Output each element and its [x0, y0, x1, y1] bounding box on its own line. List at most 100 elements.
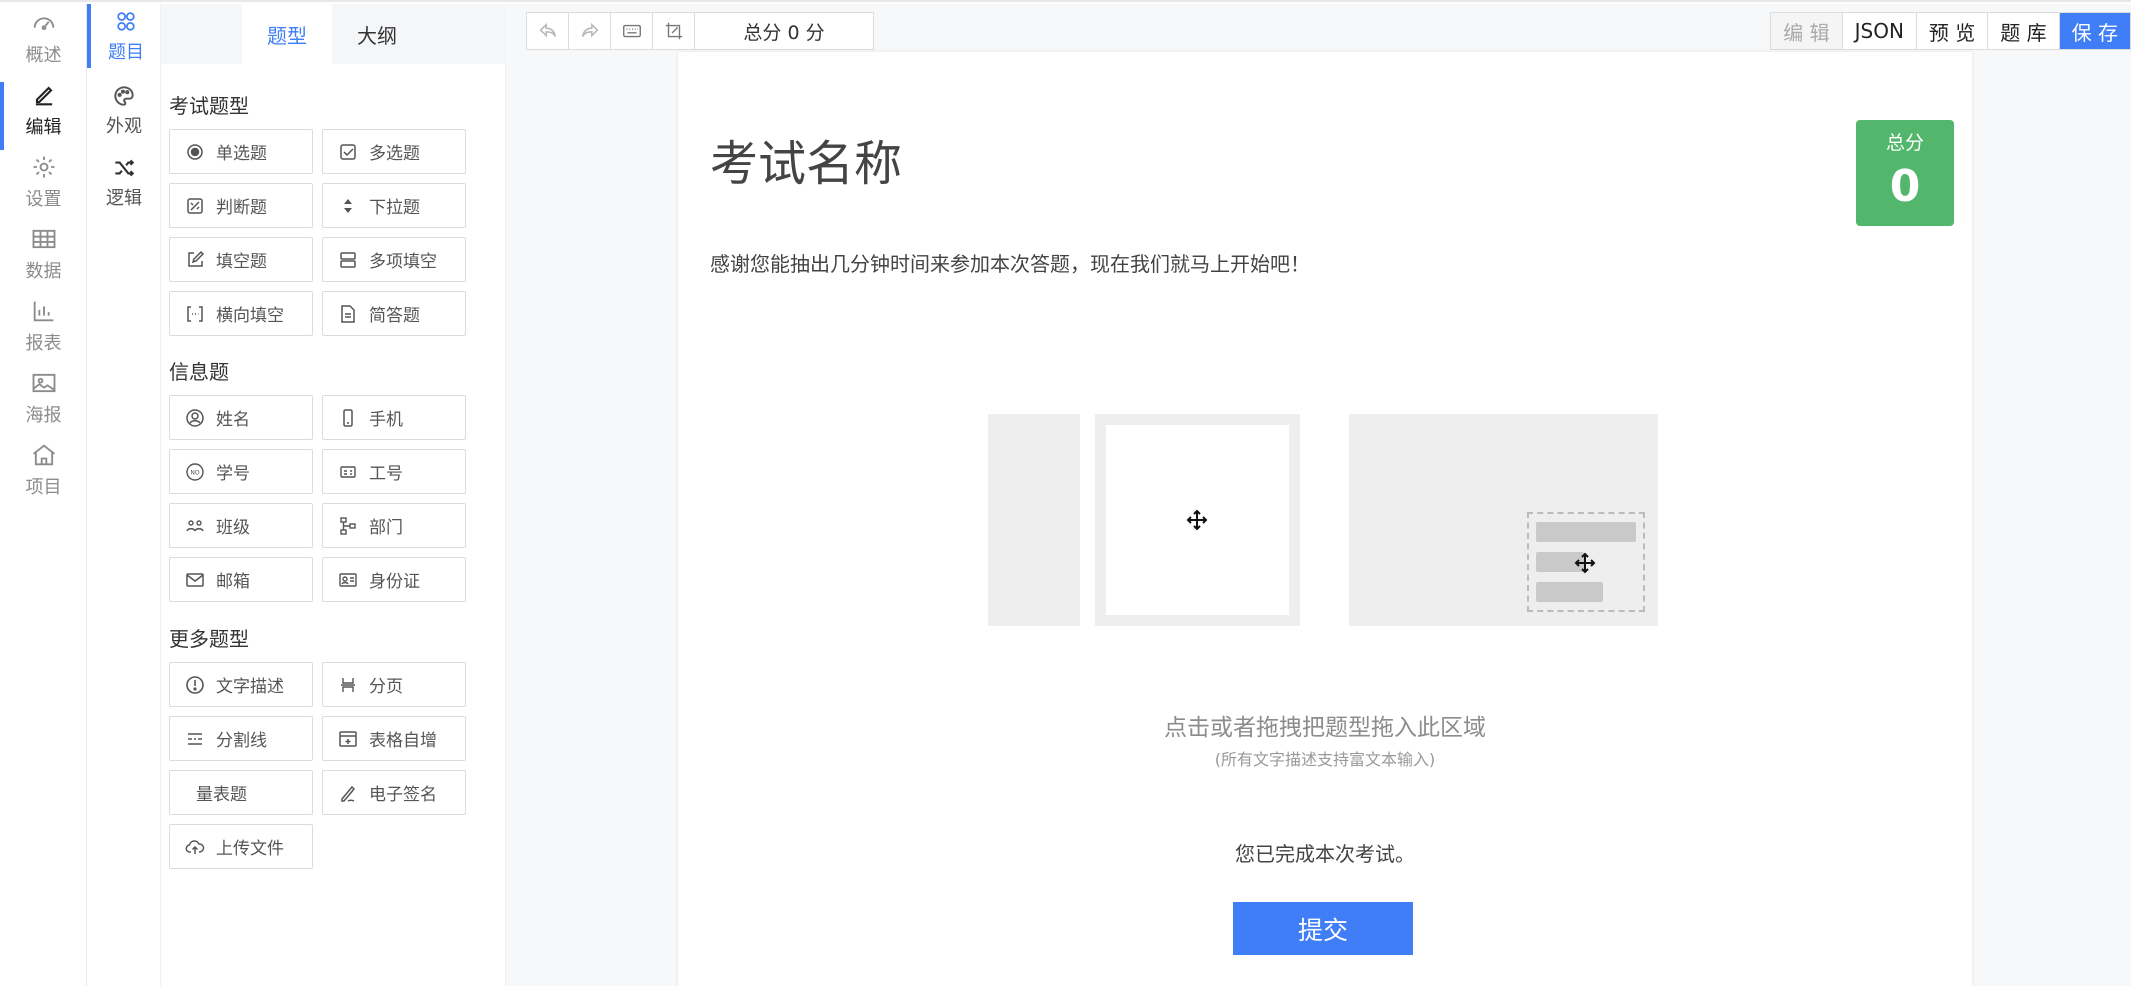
- drop-hint: 点击或者拖拽把题型拖入此区域: [1164, 715, 1486, 741]
- nav-item-data[interactable]: 数据: [0, 222, 87, 286]
- button-label: 横向填空: [216, 306, 284, 326]
- subnav-label: 逻辑: [106, 187, 142, 209]
- judge-icon: [184, 195, 206, 217]
- subnav-item-questions[interactable]: 题目: [87, 4, 161, 68]
- exam-paper: 考试名称 总分 0 感谢您能抽出几分钟时间来参加本次答题，现在我们就马上开始吧！: [678, 52, 1972, 986]
- bracket-icon: [184, 303, 206, 325]
- scale-button[interactable]: 量表题: [169, 770, 313, 815]
- button-label: 多项填空: [369, 252, 437, 272]
- bar-chart-icon: [33, 301, 53, 322]
- button-label: 学号: [216, 464, 250, 484]
- button-label: 表格自增: [369, 731, 437, 751]
- button-label: 单选题: [216, 144, 267, 164]
- multi-fill-button[interactable]: 多项填空: [322, 237, 466, 282]
- signature-pen-icon: [337, 782, 359, 804]
- question-palette: 题型 大纲 考试题型 单选题 多选题 判断题 下拉题 填空题 多项填空 横向填空…: [161, 4, 506, 986]
- short-answer-button[interactable]: 简答题: [322, 291, 466, 336]
- total-score-card: 总分 0: [1856, 120, 1954, 226]
- sort-arrows-icon: [337, 195, 359, 217]
- score-label: 总分: [1885, 132, 1924, 154]
- undo-button[interactable]: [527, 13, 569, 49]
- button-label: 手机: [369, 410, 403, 430]
- true-false-button[interactable]: 判断题: [169, 183, 313, 228]
- upload-file-button[interactable]: 上传文件: [169, 824, 313, 869]
- preview-button[interactable]: 预 览: [1917, 13, 1989, 49]
- subnav-label: 题目: [108, 41, 144, 63]
- fill-blank-button[interactable]: 填空题: [169, 237, 313, 282]
- question-bank-button[interactable]: 题 库: [1988, 13, 2060, 49]
- divider-button[interactable]: 分割线: [169, 716, 313, 761]
- id-card-button[interactable]: 身份证: [322, 557, 466, 602]
- horizontal-fill-button[interactable]: 横向填空: [169, 291, 313, 336]
- student-id-button[interactable]: NO 学号: [169, 449, 313, 494]
- department-button[interactable]: 部门: [322, 503, 466, 548]
- group-title-info: 信息题: [169, 360, 229, 384]
- button-label: 填空题: [216, 252, 267, 272]
- nav-label: 数据: [25, 261, 62, 282]
- button-label: 姓名: [216, 410, 250, 430]
- image-icon: [32, 373, 55, 393]
- page-break-icon: [337, 674, 359, 696]
- keyboard-button[interactable]: [611, 13, 653, 49]
- name-button[interactable]: 姓名: [169, 395, 313, 440]
- group-icon: [184, 515, 206, 537]
- move-cursor-icon: [1574, 552, 1596, 574]
- subnav-item-logic[interactable]: 逻辑: [87, 150, 161, 214]
- json-button[interactable]: JSON: [1843, 13, 1917, 49]
- nav-label: 设置: [25, 189, 62, 210]
- shuffle-icon: [115, 159, 135, 176]
- table-auto-button[interactable]: 表格自增: [322, 716, 466, 761]
- phone-button[interactable]: 手机: [322, 395, 466, 440]
- redo-button[interactable]: [569, 13, 611, 49]
- e-signature-button[interactable]: 电子签名: [322, 770, 466, 815]
- button-label: 判断题: [216, 198, 267, 218]
- group-title-more: 更多题型: [169, 627, 249, 651]
- nav-item-overview[interactable]: 概述: [0, 6, 87, 70]
- illus-block: [1095, 414, 1300, 626]
- completion-message[interactable]: 您已完成本次考试。: [678, 838, 1972, 867]
- dropdown-button[interactable]: 下拉题: [322, 183, 466, 228]
- checkbox-icon: [337, 141, 359, 163]
- nav-label: 概述: [25, 45, 62, 66]
- nav-item-report[interactable]: 报表: [0, 294, 87, 358]
- class-button[interactable]: 班级: [169, 503, 313, 548]
- app-root: 概述 编辑 设置 数据 报表 海报 项目 题目 外观 逻辑 题型 大纲 考试题型…: [0, 0, 2131, 986]
- redo-icon: [581, 22, 598, 38]
- table-icon: [32, 229, 55, 249]
- group-title-exam: 考试题型: [169, 94, 249, 118]
- exam-description[interactable]: 感谢您能抽出几分钟时间来参加本次答题，现在我们就马上开始吧！: [710, 248, 1310, 277]
- employee-id-button[interactable]: 工号: [322, 449, 466, 494]
- tab-question-types[interactable]: 题型: [242, 4, 332, 64]
- divider-lines-icon: [184, 728, 206, 750]
- exam-title[interactable]: 考试名称: [710, 124, 902, 194]
- nav-item-edit[interactable]: 编辑: [0, 78, 87, 150]
- subnav-item-appearance[interactable]: 外观: [87, 78, 161, 142]
- editor-canvas: 总分 0 分 编 辑 JSON 预 览 题 库 保 存 考试名称 总分 0 感谢…: [506, 4, 2131, 986]
- text-description-button[interactable]: 文字描述: [169, 662, 313, 707]
- button-label: 电子签名: [369, 785, 437, 805]
- save-button[interactable]: 保 存: [2059, 13, 2130, 49]
- nav-item-settings[interactable]: 设置: [0, 150, 87, 214]
- single-choice-button[interactable]: 单选题: [169, 129, 313, 174]
- id-badge-icon: [337, 461, 359, 483]
- button-label: 分割线: [216, 731, 267, 751]
- action-toolbar: 编 辑 JSON 预 览 题 库 保 存: [1770, 12, 2131, 50]
- cloud-upload-icon: [184, 836, 206, 858]
- palette-icon: [114, 85, 134, 106]
- nav-label: 海报: [25, 405, 62, 426]
- mobile-icon: [337, 407, 359, 429]
- edit-button[interactable]: 编 辑: [1771, 13, 1843, 49]
- nav-item-poster[interactable]: 海报: [0, 366, 87, 430]
- screenshot-button[interactable]: [653, 13, 695, 49]
- multi-choice-button[interactable]: 多选题: [322, 129, 466, 174]
- email-button[interactable]: 邮箱: [169, 557, 313, 602]
- editor-subnav: 题目 外观 逻辑: [87, 4, 161, 986]
- button-label: 部门: [369, 518, 403, 538]
- button-label: 量表题: [196, 785, 247, 805]
- nav-item-project[interactable]: 项目: [0, 438, 87, 502]
- drop-zone-illustration[interactable]: [988, 414, 1658, 626]
- submit-button[interactable]: 提交: [1233, 902, 1413, 955]
- score-value: 0: [1889, 161, 1921, 212]
- tab-outline[interactable]: 大纲: [332, 4, 422, 64]
- page-break-button[interactable]: 分页: [322, 662, 466, 707]
